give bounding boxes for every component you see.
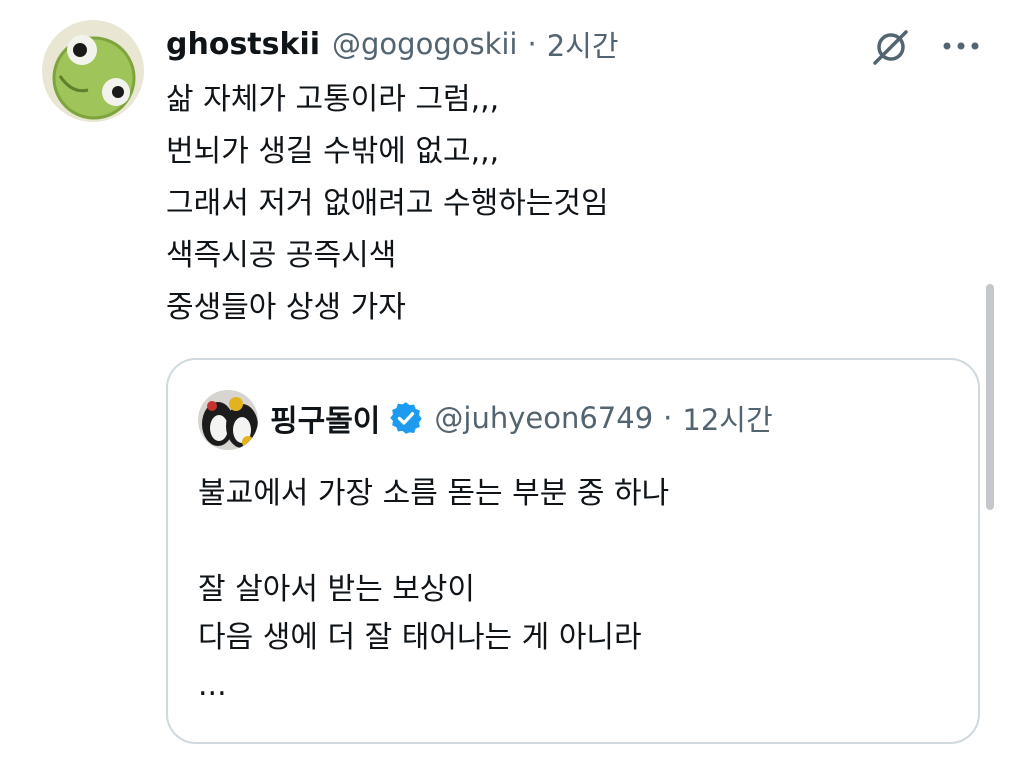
more-button[interactable]: [936, 24, 986, 70]
tweet[interactable]: ghostskii @gogogoskii · 2시간 삶 자체가 고통이라 그…: [0, 0, 1024, 768]
tweet-text-line: 그래서 저거 없애려고 수행하는것임: [166, 186, 609, 221]
separator-dot: ·: [527, 27, 537, 61]
quoted-user-handle: @juhyeon6749: [434, 401, 654, 435]
penguin-avatar[interactable]: [198, 390, 258, 450]
quoted-timestamp: 12시간: [682, 403, 773, 437]
quoted-separator-dot: ·: [663, 401, 673, 435]
more-icon: [943, 42, 979, 50]
quoted-text-line: 다음 생에 더 잘 태어나는 게 아니라: [198, 620, 642, 655]
quoted-tweet-text: 불교에서 가장 소름 돋는 부분 중 하나 잘 살아서 받는 보상이 다음 생에…: [198, 470, 958, 710]
verified-badge-icon: [390, 402, 423, 434]
quoted-display-name: 핑구돌이: [270, 404, 381, 439]
grok-button[interactable]: [866, 22, 916, 72]
timestamp[interactable]: 2시간: [547, 23, 619, 65]
quoted-text-line: 잘 살아서 받는 보상이: [198, 572, 476, 607]
quoted-tweet-header: 핑구돌이 @juhyeon6749 · 12시간: [270, 396, 773, 440]
display-name[interactable]: ghostskii: [166, 27, 320, 62]
user-handle[interactable]: @gogogoskii: [332, 27, 517, 61]
tweet-text-line: 삶 자체가 고통이라 그럼,,,: [166, 82, 500, 117]
tweet-header: ghostskii @gogogoskii · 2시간: [166, 22, 619, 66]
quoted-text-line: 불교에서 가장 소름 돋는 부분 중 하나: [198, 476, 670, 511]
quoted-text-line: ...: [198, 668, 227, 703]
quoted-tweet-card[interactable]: 핑구돌이 @juhyeon6749 · 12시간 불교에서 가장 소름 돋는 부…: [166, 358, 980, 744]
tweet-text: 삶 자체가 고통이라 그럼,,, 번뇌가 생길 수밖에 없고,,, 그래서 저거…: [166, 74, 926, 334]
scrollbar-thumb[interactable]: [986, 284, 994, 510]
grok-icon: [873, 30, 908, 65]
frog-avatar[interactable]: [42, 20, 144, 122]
tweet-text-line: 중생들아 상생 가자: [166, 290, 406, 325]
tweet-text-line: 번뇌가 생길 수밖에 없고,,,: [166, 134, 500, 169]
quoted-text-line: [198, 518, 958, 566]
tweet-text-line: 색즉시공 공즉시색: [166, 238, 397, 273]
